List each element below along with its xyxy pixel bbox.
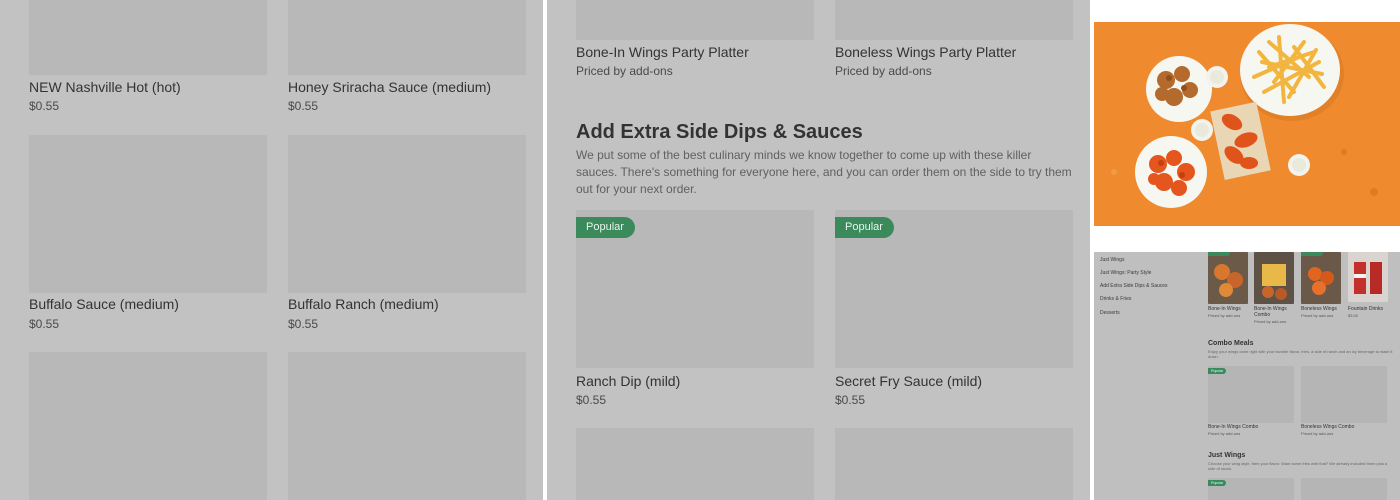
mini-nav-item[interactable]: Add Extra Side Dips & Sauces xyxy=(1100,283,1168,289)
mini-item-name: Bone-In Wings Combo xyxy=(1208,424,1259,430)
menu-panel-dips: Bone-In Wings Party Platter Priced by ad… xyxy=(547,0,1090,500)
item-image-placeholder xyxy=(288,0,526,75)
mini-item-image[interactable] xyxy=(1254,252,1294,304)
wings-thumb-icon xyxy=(1214,264,1243,297)
hero-food-photo xyxy=(1094,22,1400,226)
item-price: $0.55 xyxy=(29,99,60,113)
mini-item-image[interactable] xyxy=(1348,252,1388,302)
mini-popular-badge xyxy=(1208,252,1230,256)
item-image-placeholder[interactable] xyxy=(29,352,267,500)
menu-item-card[interactable]: Honey Sriracha Sauce (medium) $0.55 xyxy=(288,0,526,115)
mini-popular-badge xyxy=(1301,252,1323,256)
mini-item-image[interactable] xyxy=(1301,252,1341,304)
preview-panel: Just Wings Just Wings: Party Style Add E… xyxy=(1094,0,1400,500)
mini-item-name: Bone-In Wings xyxy=(1208,306,1241,312)
menu-item-card[interactable]: Boneless Wings Party Platter Priced by a… xyxy=(835,0,1073,80)
section-title: Add Extra Side Dips & Sauces xyxy=(576,121,863,143)
mini-item-image[interactable] xyxy=(1301,366,1387,423)
popular-badge: Popular xyxy=(576,217,635,238)
menu-item-card[interactable]: Buffalo Ranch (medium) $0.55 xyxy=(288,135,526,335)
item-price: Priced by add-ons xyxy=(576,64,673,78)
mini-item-price: Priced by add-ons xyxy=(1254,319,1287,324)
mini-nav-item[interactable]: Just Wings: Party Style xyxy=(1100,270,1151,276)
menu-preview-screenshot: Just Wings Just Wings: Party Style Add E… xyxy=(1094,252,1400,500)
menu-item-card[interactable]: NEW Nashville Hot (hot) $0.55 xyxy=(29,0,267,115)
item-image-placeholder[interactable] xyxy=(288,352,526,500)
mini-section-title: Combo Meals xyxy=(1208,340,1254,347)
mini-item-image[interactable] xyxy=(1208,252,1248,304)
item-price: $0.55 xyxy=(576,393,607,407)
mini-popular-badge: Popular xyxy=(1208,480,1227,486)
menu-panel-sauces: NEW Nashville Hot (hot) $0.55 Honey Srir… xyxy=(0,0,543,500)
item-price: $0.55 xyxy=(29,317,60,331)
mini-item-image[interactable] xyxy=(1208,366,1294,423)
item-name: Buffalo Ranch (medium) xyxy=(288,296,439,312)
item-name: Boneless Wings Party Platter xyxy=(835,44,1017,60)
item-image-placeholder[interactable] xyxy=(835,428,1073,500)
mini-item-name: Bone-In Wings Combo xyxy=(1254,306,1287,318)
menu-item-card[interactable]: Popular Ranch Dip (mild) $0.55 xyxy=(576,210,814,410)
item-name: NEW Nashville Hot (hot) xyxy=(29,79,181,95)
mini-section-title: Just Wings xyxy=(1208,452,1246,459)
wings-platter-illustration xyxy=(1094,22,1400,226)
item-image-placeholder[interactable] xyxy=(576,428,814,500)
item-price: $0.55 xyxy=(835,393,866,407)
mini-nav-item[interactable]: Drinks & Fries xyxy=(1100,296,1131,302)
item-price: $0.55 xyxy=(288,317,319,331)
item-price: Priced by add-ons xyxy=(835,64,932,78)
section-description: We put some of the best culinary minds w… xyxy=(576,148,1072,196)
mini-section-description: Enjoy your wings done right with your fa… xyxy=(1208,349,1393,359)
menu-item-card[interactable]: Popular Secret Fry Sauce (mild) $0.55 xyxy=(835,210,1073,410)
item-name: Bone-In Wings Party Platter xyxy=(576,44,749,60)
item-image-placeholder xyxy=(29,135,267,293)
item-image-placeholder xyxy=(576,0,814,40)
mini-popular-badge: Popular xyxy=(1208,368,1227,374)
item-name: Ranch Dip (mild) xyxy=(576,373,681,389)
mini-nav-item[interactable]: Desserts xyxy=(1100,310,1120,316)
menu-item-card[interactable]: Bone-In Wings Party Platter Priced by ad… xyxy=(576,0,814,80)
mini-item-name: Boneless Wings Combo xyxy=(1301,424,1355,430)
combo-thumb-icon xyxy=(1262,264,1287,300)
mini-nav-item[interactable]: Just Wings xyxy=(1100,257,1124,263)
mini-section-description: Choose your wing style, then your flavor… xyxy=(1208,461,1388,471)
item-name: Buffalo Sauce (medium) xyxy=(29,296,179,312)
mini-item-price: $3.00 xyxy=(1348,313,1359,318)
drink-cup-icon xyxy=(1354,262,1382,294)
item-image-placeholder xyxy=(288,135,526,293)
menu-item-card[interactable]: Buffalo Sauce (medium) $0.55 xyxy=(29,135,267,335)
boneless-thumb-icon xyxy=(1308,267,1334,295)
item-image-placeholder xyxy=(29,0,267,75)
mini-item-name: Boneless Wings xyxy=(1301,306,1337,312)
item-price: $0.55 xyxy=(288,99,319,113)
mini-item-price: Priced by add-ons xyxy=(1208,313,1241,318)
mini-item-price: Priced by add-ons xyxy=(1208,431,1241,436)
item-name: Secret Fry Sauce (mild) xyxy=(835,373,983,389)
mini-item-price: Priced by add-ons xyxy=(1301,313,1334,318)
mini-item-image[interactable] xyxy=(1301,478,1387,500)
item-image-placeholder xyxy=(835,0,1073,40)
popular-badge: Popular xyxy=(835,217,894,238)
item-name: Honey Sriracha Sauce (medium) xyxy=(288,79,492,95)
mini-item-price: Priced by add-ons xyxy=(1301,431,1334,436)
mini-item-name: Fountain Drinks xyxy=(1348,306,1384,312)
